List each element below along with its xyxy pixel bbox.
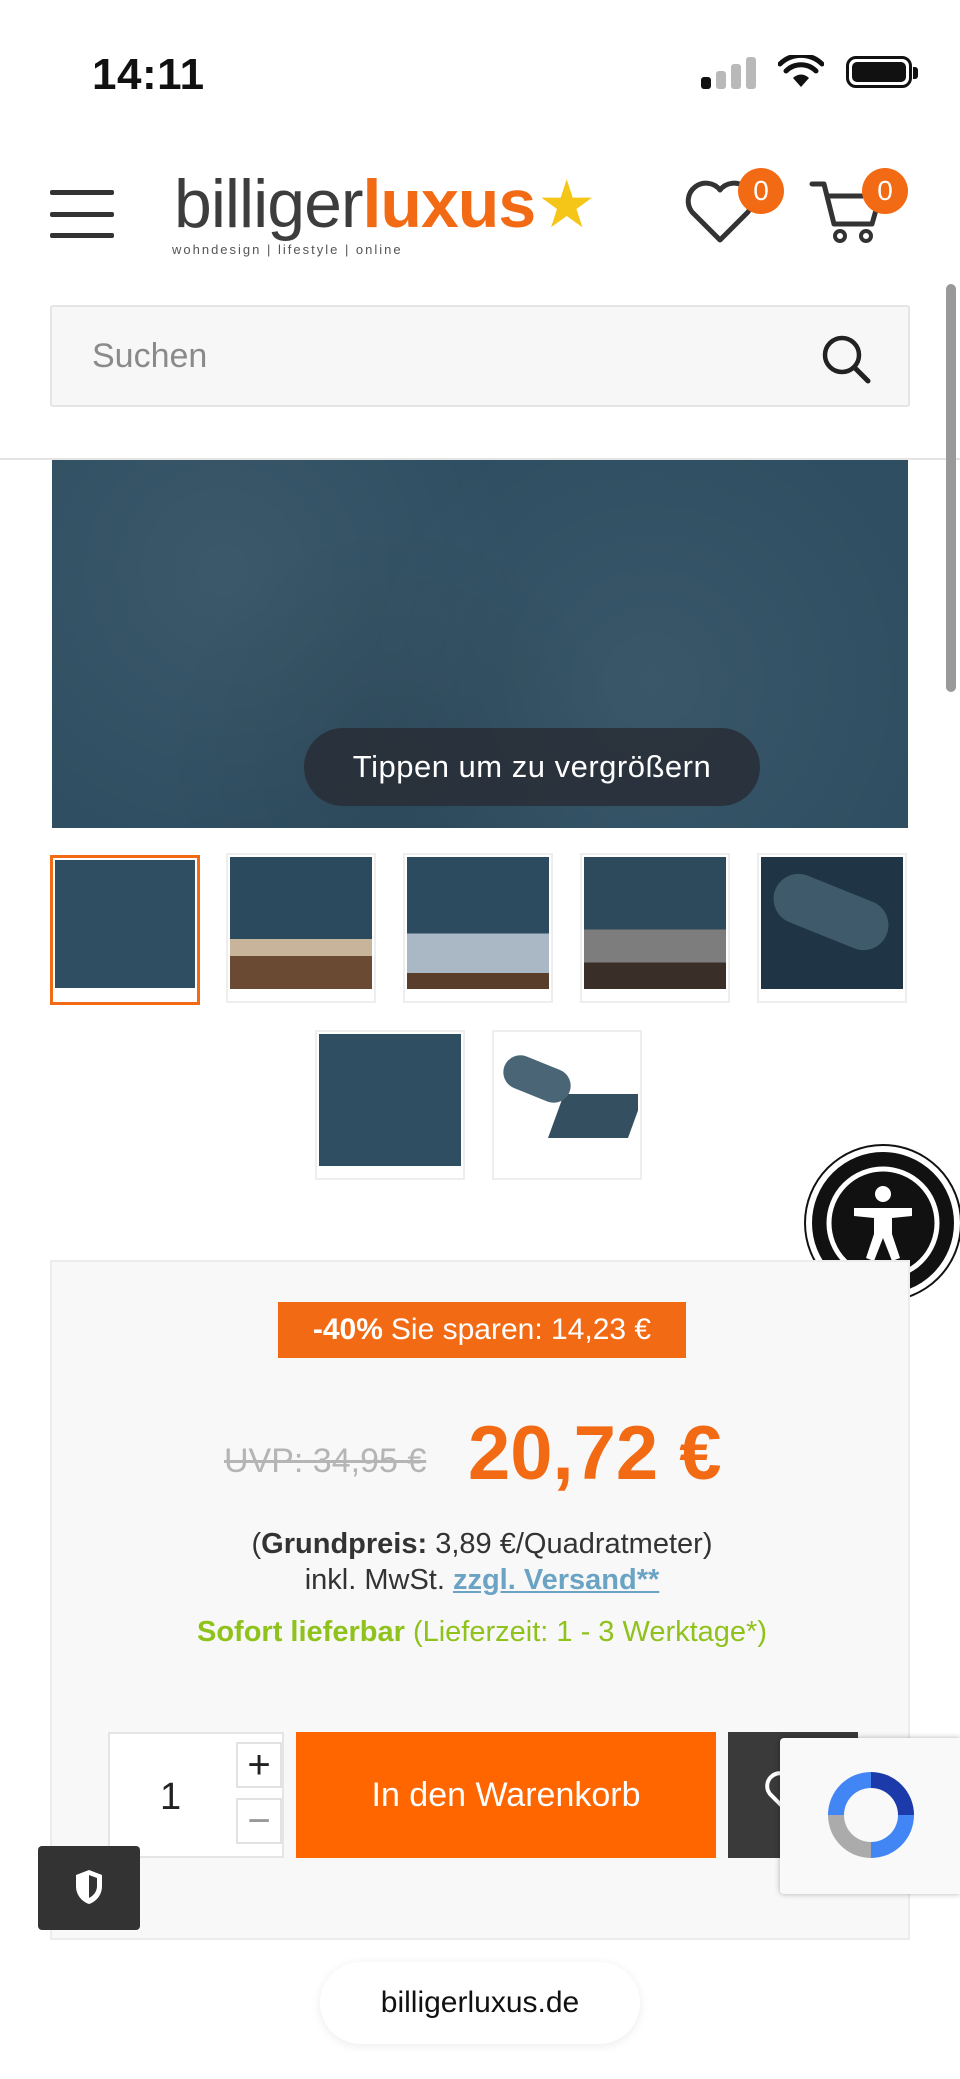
thumbnail-6[interactable]	[315, 1030, 465, 1180]
quantity-minus-button[interactable]: −	[236, 1798, 282, 1844]
base-price-value: 3,89 €/Quadratmeter	[435, 1528, 703, 1560]
tax-text: inkl. MwSt.	[304, 1564, 445, 1596]
quantity-value[interactable]: 1	[160, 1776, 181, 1819]
shield-icon	[76, 1870, 102, 1904]
menu-icon[interactable]	[50, 190, 114, 238]
delivery-time: (Lieferzeit: 1 - 3 Werktage*)	[412, 1616, 767, 1648]
logo-text-luxus: luxus	[362, 166, 537, 242]
availability-status: Sofort lieferbar	[197, 1616, 405, 1648]
scrollbar[interactable]	[946, 284, 956, 692]
thumbnail-2[interactable]	[226, 853, 376, 1003]
status-bar: 14:11	[0, 0, 960, 120]
thumbnail-5[interactable]	[757, 853, 907, 1003]
discount-badge: -40% Sie sparen: 14,23 €	[278, 1302, 686, 1358]
wifi-icon	[778, 55, 824, 87]
zoom-hint[interactable]: Tippen um zu vergrößern	[304, 728, 760, 806]
shipping-link[interactable]: zzgl. Versand**	[453, 1564, 659, 1596]
thumbnail-4[interactable]	[580, 853, 730, 1003]
wishlist-button[interactable]: 0	[680, 168, 784, 250]
battery-icon	[846, 56, 918, 88]
privacy-settings-button[interactable]	[38, 1846, 140, 1930]
cart-button[interactable]: 0	[808, 168, 908, 250]
logo-text-billiger: billiger	[174, 166, 364, 242]
search-input[interactable]	[92, 307, 792, 405]
tax-info: inkl. MwSt. zzgl. Versand**	[52, 1564, 912, 1597]
current-price: 20,72 €	[468, 1411, 722, 1496]
browser-url-bar[interactable]: billigerluxus.de	[320, 1962, 640, 2044]
product-main-image[interactable]: Tippen um zu vergrößern	[52, 460, 908, 828]
thumbnail-7[interactable]	[492, 1030, 642, 1180]
old-price: UVP: 34,95 €	[224, 1442, 427, 1480]
search-bar	[50, 305, 910, 407]
quantity-plus-button[interactable]: +	[236, 1742, 282, 1788]
search-icon[interactable]	[820, 333, 872, 385]
discount-percent: -40%	[312, 1313, 383, 1346]
status-icons	[701, 55, 918, 89]
wishlist-count-badge: 0	[738, 168, 784, 214]
thumbnail-1[interactable]	[50, 855, 200, 1005]
savings-text: Sie sparen: 14,23 €	[390, 1313, 652, 1346]
status-time: 14:11	[92, 50, 205, 99]
base-price: (Grundpreis: 3,89 €/Quadratmeter)	[251, 1528, 713, 1560]
site-header: billigerluxus★ wohndesign | lifestyle | …	[0, 140, 960, 290]
add-to-cart-button[interactable]: In den Warenkorb	[296, 1732, 716, 1858]
cellular-signal-icon	[701, 55, 756, 89]
logo-tagline: wohndesign | lifestyle | online	[172, 242, 403, 257]
product-page: 14:11 billigerluxus★ wohndesign | lifest…	[0, 0, 960, 2079]
recaptcha-icon	[828, 1772, 914, 1858]
quantity-stepper: 1 + −	[108, 1732, 284, 1858]
thumbnail-3[interactable]	[403, 853, 553, 1003]
cart-count-badge: 0	[862, 168, 908, 214]
recaptcha-badge[interactable]	[780, 1738, 960, 1894]
availability: Sofort lieferbar (Lieferzeit: 1 - 3 Werk…	[52, 1616, 912, 1649]
base-price-label: Grundpreis:	[261, 1528, 428, 1560]
star-icon: ★	[537, 167, 596, 241]
